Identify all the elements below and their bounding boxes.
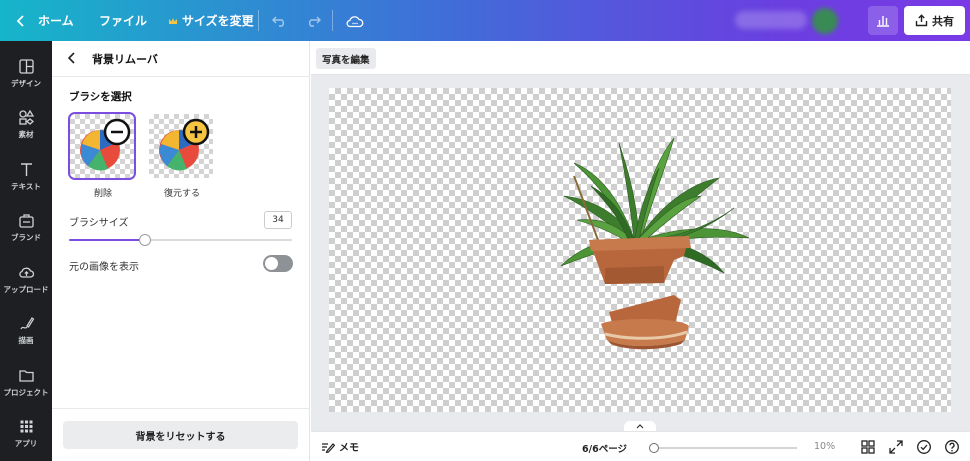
bottom-bar: メモ 6/6ページ 10% [311, 431, 970, 461]
rail-label: ブランド [11, 232, 41, 242]
redo-icon [309, 16, 321, 27]
user-name-blurred [735, 11, 807, 29]
rail-item-apps[interactable]: アプリ [0, 408, 52, 458]
restore-brush-option[interactable] [149, 114, 213, 178]
rail-item-elements[interactable]: 素材 [0, 99, 52, 149]
resize-button[interactable]: サイズを変更 [168, 0, 254, 41]
rail-label: プロジェクト [3, 387, 49, 397]
layout-icon [18, 58, 34, 74]
brush-size-slider[interactable] [69, 234, 292, 246]
design-page[interactable] [329, 88, 951, 412]
brush-size-label: ブラシサイズ [69, 218, 129, 229]
restore-brush-label: 復元する [164, 189, 201, 199]
erase-brush-option[interactable] [68, 112, 136, 180]
show-original-toggle[interactable] [263, 255, 293, 272]
brush-size-slider-thumb[interactable] [138, 234, 151, 246]
rail-item-projects[interactable]: プロジェクト [0, 357, 52, 407]
toggle-knob [265, 257, 278, 270]
memo-label: メモ [339, 443, 359, 454]
zoom-slider[interactable] [649, 443, 797, 453]
background-remover-panel: 背景リムーバ ブラシを選択 削除 復元する ブラシサイズ 34 元の画像を表示 … [52, 41, 310, 461]
redo-button[interactable] [306, 0, 321, 41]
file-menu[interactable]: ファイル [99, 0, 147, 41]
upload-cloud-icon [18, 267, 34, 278]
panel-header: 背景リムーバ [52, 41, 310, 77]
reset-background-button[interactable]: 背景をリセットする [63, 421, 298, 449]
shapes-icon [18, 109, 34, 125]
edit-photo-button[interactable]: 写真を編集 [316, 48, 376, 69]
file-label: ファイル [99, 14, 148, 28]
folder-icon [18, 369, 34, 382]
page-indicator[interactable]: 6/6ページ [582, 441, 627, 455]
panel-footer: 背景をリセットする [52, 408, 310, 461]
rail-label: アップロード [3, 284, 49, 294]
share-button[interactable]: 共有 [904, 6, 965, 35]
notes-icon [322, 442, 335, 453]
resize-label: サイズを変更 [182, 14, 254, 28]
zoom-value[interactable]: 10% [814, 441, 835, 452]
divider [332, 10, 333, 31]
cloud-icon [346, 15, 364, 27]
panel-title: 背景リムーバ [92, 53, 158, 66]
brush-size-input[interactable]: 34 [264, 211, 292, 229]
divider [258, 10, 259, 31]
top-bar: ホーム ファイル サイズを変更 共有 [0, 0, 970, 41]
bar-chart-icon [877, 16, 889, 27]
rail-label: 描画 [18, 335, 34, 345]
beach-ball-restore-icon [159, 118, 210, 171]
draw-icon [19, 316, 34, 329]
share-label: 共有 [932, 14, 954, 28]
rail-item-text[interactable]: テキスト [0, 151, 52, 201]
share-upload-icon [915, 14, 928, 27]
pages-collapse-toggle[interactable] [624, 421, 656, 431]
home-button[interactable]: ホーム [16, 0, 74, 41]
rail-label: テキスト [11, 181, 41, 191]
rail-item-upload[interactable]: アップロード [0, 254, 52, 304]
help-icon[interactable] [944, 439, 960, 455]
beach-ball-erase-icon [80, 118, 131, 171]
rail-label: 素材 [18, 129, 34, 139]
canvas-area: 写真を編集 メモ 6/6ページ 10% [311, 41, 970, 461]
apps-grid-icon [20, 420, 32, 432]
cloud-save-status[interactable] [346, 0, 364, 41]
erase-brush-label: 削除 [94, 189, 113, 199]
left-rail: デザイン 素材 テキスト ブランド アップロード 描画 プロジェクト アプリ [0, 41, 52, 461]
fullscreen-icon[interactable] [888, 439, 904, 455]
grid-view-icon[interactable] [860, 439, 876, 455]
avatar[interactable] [812, 8, 838, 34]
notes-button[interactable]: メモ [321, 439, 359, 454]
chevron-up-icon [636, 424, 644, 429]
rail-item-design[interactable]: デザイン [0, 48, 52, 98]
chevron-left-icon [16, 14, 24, 27]
brand-icon [18, 213, 34, 228]
undo-button[interactable] [272, 0, 287, 41]
context-toolbar: 写真を編集 [311, 41, 970, 75]
zoom-slider-thumb[interactable] [649, 443, 659, 453]
back-chevron-icon[interactable] [65, 51, 79, 65]
brush-size-slider-fill [69, 239, 145, 241]
undo-icon [272, 16, 284, 27]
text-icon [20, 162, 32, 176]
check-circle-icon[interactable] [916, 439, 932, 455]
show-original-label: 元の画像を表示 [69, 262, 139, 273]
crown-icon [169, 17, 177, 24]
rail-item-draw[interactable]: 描画 [0, 305, 52, 355]
rail-label: デザイン [11, 78, 41, 88]
insights-button[interactable] [868, 6, 898, 35]
rail-item-brand[interactable]: ブランド [0, 202, 52, 252]
potted-plant-image[interactable] [329, 88, 951, 412]
rail-label: アプリ [14, 438, 38, 448]
home-label: ホーム [38, 14, 74, 28]
brush-section-label: ブラシを選択 [69, 91, 132, 103]
